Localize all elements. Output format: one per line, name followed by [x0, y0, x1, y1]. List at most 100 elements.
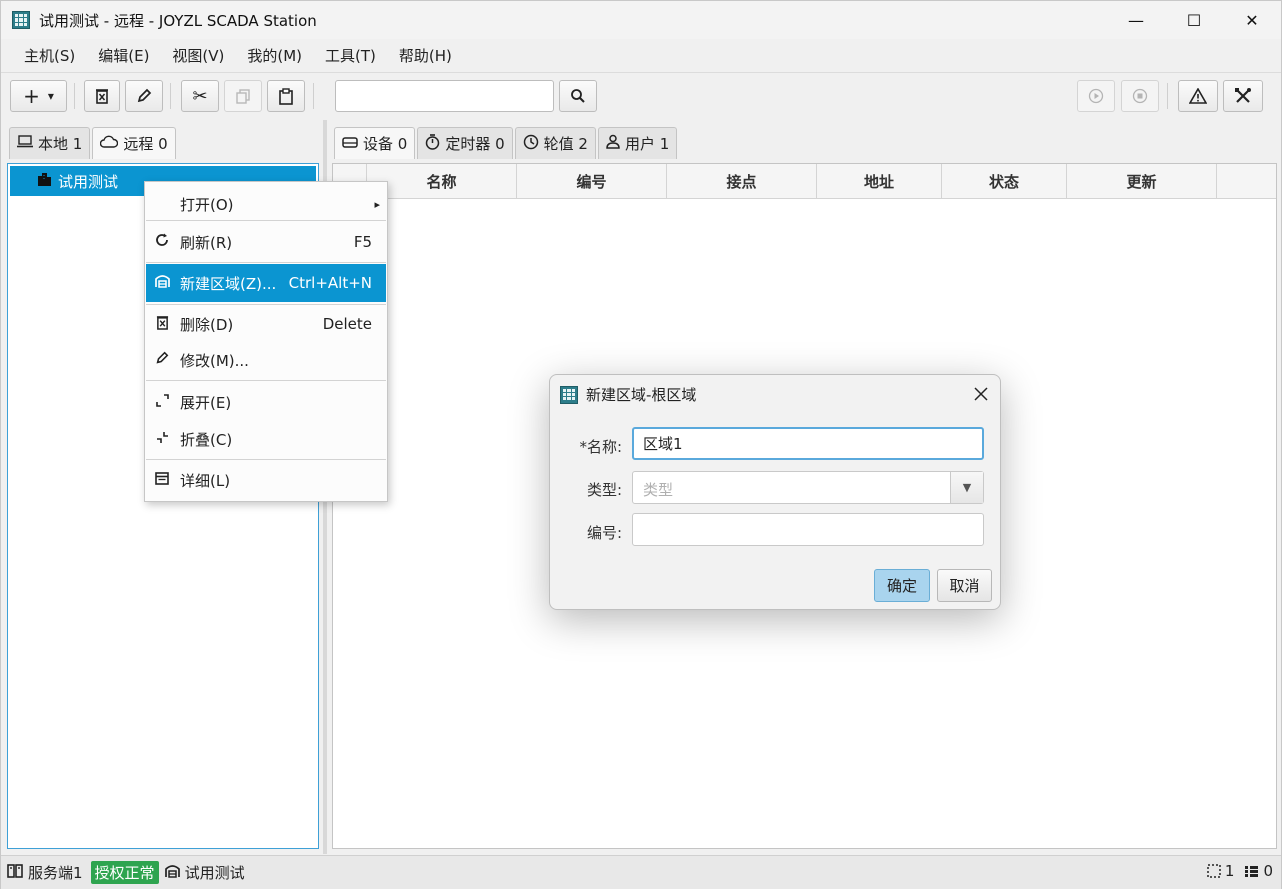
ok-button[interactable]: 确定 — [874, 569, 930, 602]
menu-item-label: 折叠(C) — [180, 430, 233, 449]
area-icon — [154, 274, 170, 292]
selection-icon — [1207, 864, 1221, 878]
context-menu: 打开(O) ▸ 刷新(R) F5 新建区域(Z)... Ctrl+Alt+N 删… — [144, 181, 388, 502]
menu-tools[interactable]: 工具(T) — [314, 45, 387, 66]
menu-item-collapse[interactable]: 折叠(C) — [146, 421, 386, 457]
app-icon — [560, 385, 578, 404]
column-header-status[interactable]: 状态 — [942, 164, 1067, 199]
menu-item-expand[interactable]: 展开(E) — [146, 384, 386, 420]
server-status[interactable]: 服务端1 — [7, 862, 83, 883]
add-dropdown-button[interactable]: + ▾ — [10, 80, 67, 112]
start-button[interactable] — [1077, 80, 1115, 112]
maximize-button[interactable]: ☐ — [1165, 1, 1223, 39]
toolbar: + ▾ ✂ — [1, 74, 1281, 120]
search-button[interactable] — [559, 80, 597, 112]
window-title: 试用测试 - 远程 - JOYZL SCADA Station — [39, 11, 317, 30]
menu-bar: 主机(S) 编辑(E) 视图(V) 我的(M) 工具(T) 帮助(H) — [1, 39, 1281, 73]
type-label: 类型: — [586, 481, 622, 499]
menu-host[interactable]: 主机(S) — [13, 45, 86, 66]
menu-item-label: 删除(D) — [180, 315, 234, 334]
tools-icon — [1235, 88, 1251, 103]
pencil-icon — [137, 88, 152, 103]
column-header-updated[interactable]: 更新 — [1067, 164, 1217, 199]
menu-item-label: 打开(O) — [180, 195, 234, 214]
refresh-icon — [154, 233, 170, 251]
column-header-filler — [1217, 164, 1274, 199]
left-tab-bar: 本地 1 远程 0 — [9, 127, 178, 159]
scissors-icon: ✂ — [192, 85, 208, 107]
table-header: 名称 编号 接点 地址 状态 更新 — [333, 164, 1276, 199]
current-area[interactable]: 试用测试 — [164, 862, 245, 883]
chevron-down-icon[interactable]: ▼ — [950, 472, 983, 503]
name-field[interactable]: 区域1 — [632, 427, 984, 460]
tab-users-label: 用户 1 — [624, 135, 670, 153]
dialog-title: 新建区域-根区域 — [586, 386, 697, 404]
edit-button[interactable] — [125, 80, 163, 112]
menu-item-label: 新建区域(Z)... — [180, 274, 277, 293]
tab-timers[interactable]: 定时器 0 — [417, 127, 513, 159]
toolbar-separator — [170, 83, 171, 109]
menu-item-modify[interactable]: 修改(M)... — [146, 342, 386, 378]
tab-local-label: 本地 1 — [38, 135, 83, 153]
dialog-title-bar: 新建区域-根区域 — [560, 384, 696, 405]
column-header-address[interactable]: 地址 — [817, 164, 942, 199]
delete-button[interactable] — [84, 80, 120, 112]
menu-item-delete[interactable]: 删除(D) Delete — [146, 306, 386, 342]
right-tab-bar: 设备 0 定时器 0 轮值 2 用户 1 — [334, 127, 679, 159]
column-header-number[interactable]: 编号 — [517, 164, 667, 199]
cloud-icon — [100, 135, 119, 152]
menu-item-refresh[interactable]: 刷新(R) F5 — [146, 224, 386, 260]
copy-icon — [236, 89, 250, 104]
menu-mine[interactable]: 我的(M) — [236, 45, 313, 66]
paste-button[interactable] — [267, 80, 305, 112]
tools-button[interactable] — [1223, 80, 1263, 112]
timer-icon — [425, 133, 440, 154]
menu-item-label: 修改(M)... — [180, 351, 249, 370]
status-bar: 服务端1 授权正常 试用测试 1 0 — [1, 855, 1281, 889]
menu-edit[interactable]: 编辑(E) — [87, 45, 160, 66]
expand-icon — [154, 393, 170, 411]
cut-button[interactable]: ✂ — [181, 80, 219, 112]
area-icon — [164, 864, 180, 882]
close-button[interactable]: ✕ — [1223, 1, 1281, 39]
search-input[interactable] — [335, 80, 554, 112]
list-counter: 0 — [1244, 862, 1273, 880]
search-icon — [571, 89, 585, 103]
menu-view[interactable]: 视图(V) — [161, 45, 235, 66]
tab-users[interactable]: 用户 1 — [597, 127, 678, 159]
menu-item-shortcut: F5 — [353, 233, 372, 251]
menu-item-new-area[interactable]: 新建区域(Z)... Ctrl+Alt+N — [146, 264, 386, 302]
menu-item-details[interactable]: 详细(L) — [146, 462, 386, 498]
menu-help[interactable]: 帮助(H) — [388, 45, 463, 66]
number-field[interactable] — [632, 513, 984, 546]
app-window: 试用测试 - 远程 - JOYZL SCADA Station — ☐ ✕ 主机… — [0, 0, 1282, 889]
device-icon — [342, 136, 358, 152]
menu-item-open[interactable]: 打开(O) ▸ — [146, 186, 386, 222]
stop-icon — [1132, 88, 1148, 104]
plus-icon: + — [23, 84, 40, 108]
column-header-contact[interactable]: 接点 — [667, 164, 817, 199]
tab-shifts-label: 轮值 2 — [543, 135, 588, 153]
tab-shifts[interactable]: 轮值 2 — [514, 127, 596, 159]
details-icon — [154, 471, 170, 489]
minimize-button[interactable]: — — [1107, 1, 1165, 39]
license-badge: 授权正常 — [90, 861, 159, 884]
list-count: 0 — [1263, 862, 1273, 880]
menu-item-label: 详细(L) — [180, 471, 231, 490]
tab-local[interactable]: 本地 1 — [9, 127, 91, 159]
title-bar: 试用测试 - 远程 - JOYZL SCADA Station — ☐ ✕ — [1, 1, 1281, 39]
alarm-button[interactable] — [1178, 80, 1218, 112]
current-area-label: 试用测试 — [184, 864, 245, 882]
tab-devices[interactable]: 设备 0 — [334, 127, 416, 159]
dialog-close-button[interactable] — [974, 381, 988, 406]
stop-button[interactable] — [1121, 80, 1159, 112]
tab-remote[interactable]: 远程 0 — [92, 127, 176, 159]
cancel-button[interactable]: 取消 — [937, 569, 992, 602]
tab-remote-label: 远程 0 — [123, 135, 168, 153]
column-header-name[interactable]: 名称 — [367, 164, 517, 199]
type-select[interactable]: 类型 ▼ — [632, 471, 984, 504]
copy-button[interactable] — [224, 80, 262, 112]
clock-icon — [523, 134, 539, 154]
tab-timers-label: 定时器 0 — [445, 135, 505, 153]
submenu-arrow-icon: ▸ — [374, 197, 380, 211]
